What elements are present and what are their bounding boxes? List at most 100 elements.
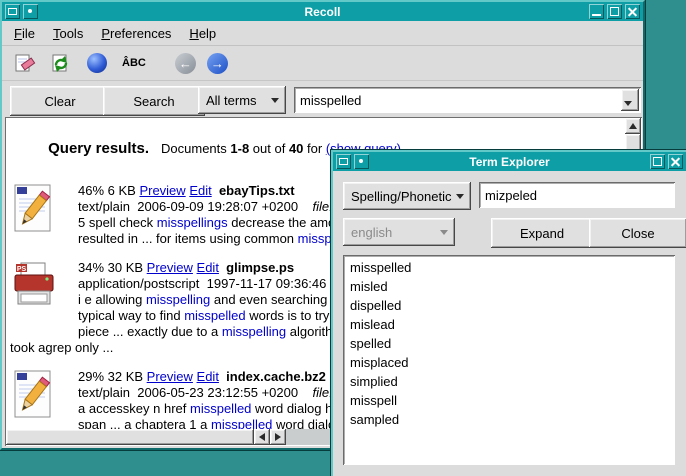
expand-button[interactable]: Expand [491,218,593,248]
start-search-icon[interactable] [48,51,73,76]
te-titlebar-left-buttons [336,154,369,169]
query-results-title: Query results. [48,140,149,157]
search-controls: Clear Search All terms [2,81,643,119]
main-titlebar-left-buttons [5,4,38,19]
term-explorer-title: Term Explorer [333,155,686,169]
hscroll-thumb[interactable] [6,429,254,445]
result-text [212,183,219,198]
toolbar: ÂBC ← → [2,46,643,81]
result-link[interactable]: Edit [189,183,211,198]
results-docs-label: Documents [161,141,230,156]
language-value: english [351,225,392,240]
close-icon[interactable] [668,154,683,169]
term-item[interactable]: mislead [343,315,675,334]
result-filename: index.cache.bz2 [226,369,326,384]
result-filename: ebayTips.txt [219,183,295,198]
results-for-label: for [303,141,325,156]
doc-history-icon[interactable] [84,51,109,76]
window-menu-icon[interactable] [336,154,351,169]
query-combo [294,87,641,113]
search-button[interactable]: Search [103,86,205,116]
window-title: Recoll [2,5,643,19]
highlight-term: misspelled [190,401,251,416]
close-icon[interactable] [625,4,640,19]
scroll-up-icon[interactable] [625,118,641,134]
query-combo-drop-button[interactable] [621,89,639,111]
clear-button[interactable]: Clear [10,86,110,116]
result-text: 46% 6 KB [78,183,139,198]
term-item[interactable]: misled [343,277,675,296]
term-explorer-client: Spelling/Phonetic english Expand Close m… [333,171,686,476]
next-page-icon[interactable]: → [207,53,228,74]
result-filename: glimpse.ps [226,260,294,275]
sticky-pin-icon[interactable] [354,154,369,169]
term-item[interactable]: misspell [343,391,675,410]
scroll-right-icon[interactable] [270,429,286,445]
term-item[interactable]: misplaced [343,353,675,372]
term-item[interactable]: spelled [343,334,675,353]
minimize-icon[interactable] [589,4,604,19]
menu-help[interactable]: Help [180,24,225,43]
maximize-icon[interactable] [650,154,665,169]
text-doc-icon [12,370,56,420]
scroll-left-icon[interactable] [254,429,270,445]
highlight-term: misspelling [146,292,210,307]
term-item[interactable]: simplied [343,372,675,391]
result-link[interactable]: Edit [197,260,219,275]
main-titlebar[interactable]: Recoll [2,2,643,21]
result-link[interactable]: Preview [139,183,185,198]
expand-mode-value: Spelling/Phonetic [351,189,451,204]
chevron-down-icon [440,230,448,235]
results-total: 40 [289,141,303,156]
term-explorer-titlebar[interactable]: Term Explorer [333,152,686,171]
maximize-icon[interactable] [607,4,622,19]
sticky-pin-icon[interactable] [23,4,38,19]
result-text: text/plain 2006-09-09 19:28:07 +0200 [78,199,313,214]
result-text: 34% 30 KB [78,260,147,275]
term-input[interactable] [479,182,675,208]
window-menu-icon[interactable] [5,4,20,19]
search-mode-value: All terms [206,93,257,108]
search-mode-combo[interactable]: All terms [198,86,286,114]
result-text: 29% 32 KB [78,369,147,384]
result-link[interactable]: Preview [147,369,193,384]
text-doc-icon [12,184,56,234]
result-text: resulted in ... for items using common [78,231,298,246]
highlight-term: misspellings [157,215,228,230]
close-button[interactable]: Close [589,218,686,248]
term-item[interactable]: dispelled [343,296,675,315]
main-titlebar-right-buttons [589,4,640,19]
chevron-down-icon [624,101,632,106]
menu-tools[interactable]: Tools [44,24,92,43]
te-titlebar-right-buttons [650,154,683,169]
results-outof-label: out of [249,141,289,156]
highlight-term: misspelling [222,324,286,339]
highlight-term: misspelled [184,308,245,323]
chevron-down-icon [271,98,279,103]
term-item[interactable]: sampled [343,410,675,429]
result-text: took agrep only ... [10,340,113,355]
language-combo[interactable]: english [343,218,455,246]
result-link[interactable]: Preview [147,260,193,275]
clear-search-icon[interactable] [12,51,37,76]
result-text: a accesskey n href [78,401,190,416]
term-item[interactable]: misspelled [343,258,675,277]
menu-file[interactable]: File [5,24,44,43]
results-range: 1-8 [230,141,249,156]
expand-mode-combo[interactable]: Spelling/Phonetic [343,182,471,210]
prev-page-icon[interactable]: ← [175,53,196,74]
term-explorer-icon[interactable]: ÂBC [120,51,148,76]
result-text: 5 spell check [78,215,157,230]
desktop: Recoll FileToolsPreferencesHelp [0,0,686,476]
result-text: text/plain 2006-05-23 23:12:55 +0200 [78,385,313,400]
query-input[interactable] [294,93,641,108]
term-list[interactable]: misspelledmisleddispelledmisleadspelledm… [343,255,675,465]
chevron-down-icon [456,194,464,199]
result-text: piece ... exactly due to a [78,324,222,339]
result-text: typical way to find [78,308,184,323]
term-explorer-window: Term Explorer Spelling/Phonetic english … [331,150,686,476]
result-text: i e allowing [78,292,146,307]
result-link[interactable]: Edit [197,369,219,384]
menu-preferences[interactable]: Preferences [92,24,180,43]
result-text: application/postscript 1997-11-17 09:36:… [78,276,367,291]
